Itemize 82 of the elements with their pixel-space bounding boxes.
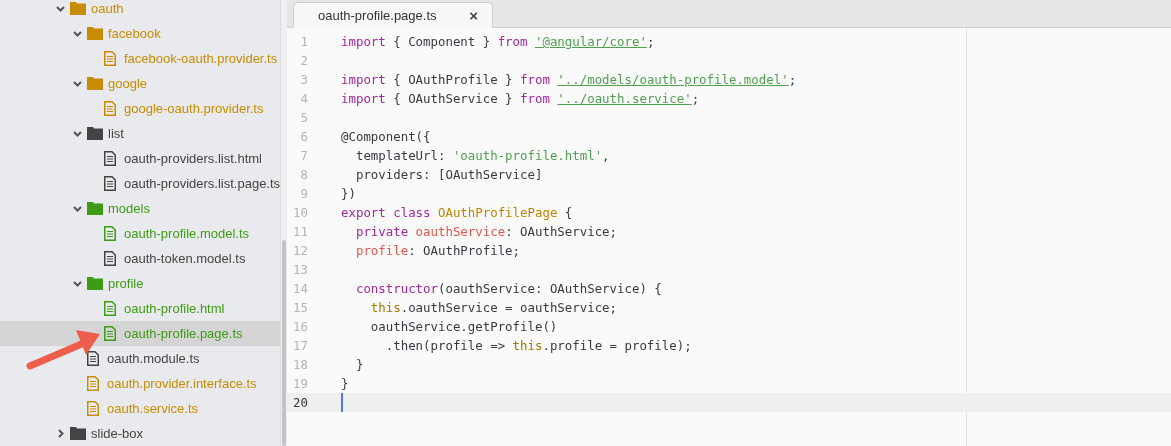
folder-icon [87,27,103,40]
folder-item[interactable]: slide-box [0,421,281,446]
folder-item[interactable]: models [0,196,281,221]
close-button[interactable]: × [469,7,478,24]
line-number: 10 [292,205,308,220]
line-number: 1 [299,34,308,49]
file-item[interactable]: oauth-profile.model.ts [0,221,281,246]
line-number: 17 [292,338,308,353]
folder-item[interactable]: profile [0,271,281,296]
folder-item[interactable]: google [0,71,281,96]
file-icon [104,301,116,316]
file-icon [87,376,99,391]
chevron-icon[interactable] [73,279,82,288]
file-item[interactable]: oauth-providers.list.html [0,146,281,171]
folder-item[interactable]: list [0,121,281,146]
line-number: 4 [299,91,308,106]
line-number: 18 [292,357,308,372]
file-item[interactable]: oauth.service.ts [0,396,281,421]
code-line: providers: [OAuthService] [354,167,543,182]
code-line: constructor(oauthService: OAuthService) { [354,281,662,296]
file-icon [104,251,116,266]
code-line: templateUrl: 'oauth-profile.html', [354,148,610,163]
chevron-icon[interactable] [73,29,82,38]
code-line: export class OAuthProfilePage { [341,205,573,220]
file-item[interactable]: oauth-profile.page.ts [0,321,281,346]
line-number: 7 [299,148,308,163]
folder-icon [70,2,86,15]
code-line: }) [341,186,356,201]
line-number: 3 [299,72,308,87]
chevron-icon[interactable] [56,429,65,438]
folder-icon [87,127,103,140]
line-number: 16 [292,319,308,334]
file-item[interactable]: oauth-providers.list.page.ts [0,171,281,196]
file-icon [104,101,116,116]
line-number: 20 [292,395,308,410]
folder-icon [87,202,103,215]
line-number: 5 [299,110,308,125]
file-item[interactable]: oauth-profile.html [0,296,281,321]
text-cursor [341,393,343,412]
line-number: 8 [299,167,308,182]
code-line: import { OAuthProfile } from '../models/oauth-profile.model'; [341,72,797,87]
line-number: 2 [299,53,308,68]
code-line: profile: OAuthProfile; [354,243,521,258]
file-icon [104,176,116,191]
code-line: oauthService.getProfile() [369,319,558,334]
editor-tab[interactable]: oauth-profile.page.ts × [293,2,493,28]
line-number: 13 [292,262,308,277]
folder-item[interactable]: oauth [0,0,281,21]
code-line: private oauthService: OAuthService; [354,224,618,239]
file-icon [87,351,99,366]
code-line: import { Component } from '@angular/core'; [341,34,655,49]
folder-icon [87,277,103,290]
line-number: 19 [292,376,308,391]
folder-icon [87,77,103,90]
chevron-icon[interactable] [73,204,82,213]
folder-item[interactable]: facebook [0,21,281,46]
file-icon [87,401,99,416]
line-number: 12 [292,243,308,258]
code-line: this.oauthService = oauthService; [369,300,618,315]
file-item[interactable]: google-oauth.provider.ts [0,96,281,121]
line-number: 9 [299,186,308,201]
file-item[interactable]: oauth.provider.interface.ts [0,371,281,396]
chevron-icon[interactable] [73,129,82,138]
file-icon [104,51,116,66]
file-icon [104,326,116,341]
code-line: } [354,357,364,372]
code-line: @Component({ [341,129,431,144]
file-icon [104,226,116,241]
code-line: } [341,376,349,391]
chevron-icon[interactable] [73,79,82,88]
line-number: 15 [292,300,308,315]
file-icon [104,151,116,166]
line-number: 14 [292,281,308,296]
chevron-icon[interactable] [56,4,65,13]
folder-icon [70,427,86,440]
code-line: .then(profile => this.profile = profile); [384,338,692,353]
file-item[interactable]: facebook-oauth.provider.ts [0,46,281,71]
file-item[interactable]: oauth.module.ts [0,346,281,371]
code-line: import { OAuthService } from '../oauth.service'; [341,91,700,106]
line-number: 11 [292,224,308,239]
file-item[interactable]: oauth-token.model.ts [0,246,281,271]
line-number: 6 [299,129,308,144]
